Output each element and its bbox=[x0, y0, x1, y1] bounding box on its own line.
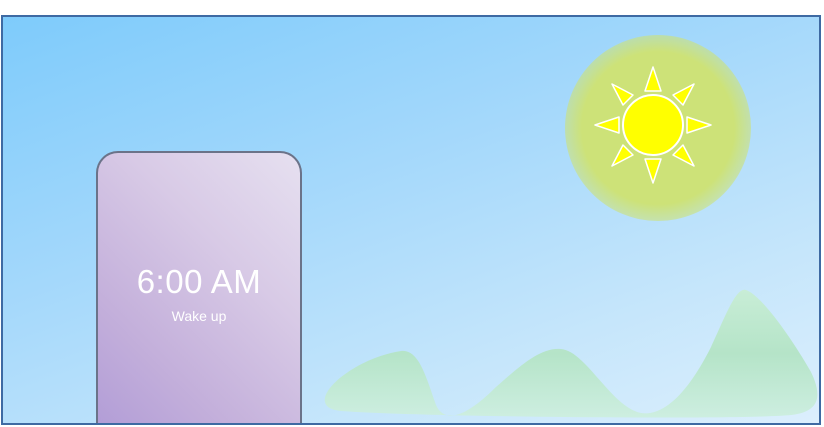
alarm-label: Wake up bbox=[171, 308, 227, 324]
scene-frame: 6:00 AM Wake up bbox=[1, 15, 821, 425]
alarm-card[interactable]: 6:00 AM Wake up bbox=[96, 151, 302, 423]
hills-illustration bbox=[324, 289, 818, 418]
alarm-time: 6:00 AM bbox=[136, 263, 262, 300]
sun-icon bbox=[594, 66, 712, 184]
